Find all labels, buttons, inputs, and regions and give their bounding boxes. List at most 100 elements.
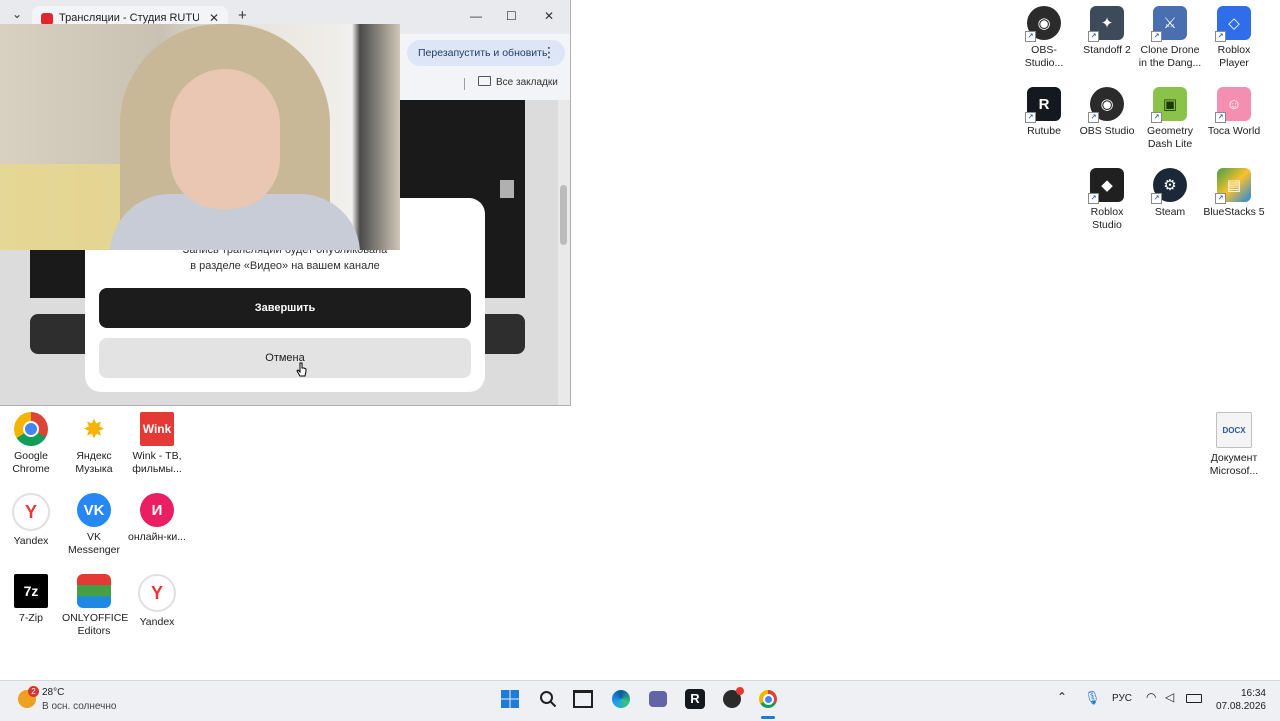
window-close-button[interactable]: ✕ <box>544 9 554 23</box>
wifi-icon[interactable]: ◠ <box>1146 690 1156 704</box>
webcam-overlay <box>0 24 400 250</box>
desktop-icon-rutube[interactable]: R ↗ Rutube <box>1012 81 1076 138</box>
bookmarks-separator <box>464 78 465 90</box>
page-scrollbar[interactable] <box>558 100 570 405</box>
tab-search-dropdown[interactable]: ⌄ <box>12 7 22 21</box>
desktop-icon-label: Steam <box>1154 206 1186 218</box>
start-button[interactable] <box>499 688 521 710</box>
wink-icon: Wink <box>140 412 174 446</box>
desktop-icon-roblox-player[interactable]: ◇ ↗ Roblox Player <box>1202 0 1266 70</box>
onlyoffice-icon <box>77 574 111 608</box>
maximize-button[interactable]: ☐ <box>506 9 517 23</box>
desktop-icon-wink[interactable]: Wink Wink - ТВ, фильмы... <box>125 406 189 476</box>
desktop-icon-bluestacks[interactable]: ▤ ↗ BlueStacks 5 <box>1202 162 1266 219</box>
weather-description[interactable]: В осн. солнечно <box>42 701 116 712</box>
desktop-icon-label: Roblox Studio <box>1090 206 1124 231</box>
desktop-icon-label: BlueStacks 5 <box>1203 206 1265 218</box>
yandex-icon: Y <box>12 493 50 531</box>
desktop-icon-label: Roblox Player <box>1217 44 1251 69</box>
desktop-icon-label: Google Chrome <box>12 450 50 475</box>
active-app-indicator <box>761 716 775 719</box>
browser-menu-icon[interactable]: ⋮ <box>542 44 556 61</box>
desktop-icon-label: ONLYOFFICE Editors <box>62 612 129 637</box>
rutube-icon: R ↗ <box>1025 87 1061 123</box>
desktop-icon-online-kino[interactable]: И онлайн-ки... <box>125 487 189 544</box>
teams-icon <box>649 691 667 707</box>
folder-icon <box>478 76 491 86</box>
desktop-icon-label: Wink - ТВ, фильмы... <box>132 450 182 475</box>
clock-date: 07.08.2026 <box>1215 701 1266 712</box>
weather-badge: 2 <box>28 686 39 697</box>
microphone-icon[interactable]: 🎙 <box>1084 690 1101 706</box>
cancel-button[interactable]: Отмена <box>99 338 471 378</box>
taskbar-clock[interactable]: 16:34 07.08.2026 <box>1216 687 1266 713</box>
desktop-icon-standoff-2[interactable]: ✦ ↗ Standoff 2 <box>1075 0 1139 57</box>
desktop-icon-label: OBS Studio <box>1079 125 1135 137</box>
roblox-studio-icon: ◆ ↗ <box>1088 168 1124 204</box>
desktop-icon-geometry-dash[interactable]: ▣ ↗ Geometry Dash Lite <box>1138 81 1202 151</box>
relaunch-update-button[interactable]: Перезапустить и обновить ⋮ <box>407 40 565 66</box>
desktop-icon-steam[interactable]: ⚙ ↗ Steam <box>1138 162 1202 219</box>
desktop-icon-toca-world[interactable]: ☺ ↗ Toca World <box>1202 81 1266 138</box>
desktop-icon-onlyoffice[interactable]: ONLYOFFICE Editors <box>62 568 129 638</box>
standoff-icon: ✦ ↗ <box>1088 6 1124 42</box>
edge-icon <box>612 690 630 708</box>
search-icon <box>540 691 557 708</box>
weather-temperature[interactable]: 28°C <box>42 687 64 698</box>
cam-person-face <box>170 69 280 209</box>
dialog-message-line2: в разделе «Видео» на вашем канале <box>190 260 380 272</box>
desktop-icon-label: Geometry Dash Lite <box>1146 125 1194 150</box>
relaunch-label: Перезапустить и обновить <box>418 47 548 59</box>
geometry-dash-icon: ▣ ↗ <box>1151 87 1187 123</box>
tray-overflow-chevron-icon[interactable]: ⌃ <box>1057 690 1067 704</box>
desktop-icon-vk-messenger[interactable]: VK VK Messenger <box>62 487 126 557</box>
tab-title: Трансляции - Студия RUTUBE <box>59 12 199 24</box>
chrome-icon <box>14 412 48 446</box>
all-bookmarks-label: Все закладки <box>496 77 558 88</box>
taskbar-file-explorer[interactable] <box>572 688 594 710</box>
desktop-icon-obs-studio[interactable]: ◉ ↗ OBS Studio <box>1075 81 1139 138</box>
yandex-icon: Y <box>138 574 176 612</box>
scrollbar-thumb[interactable] <box>560 185 567 245</box>
desktop-icon-label: Документ Microsof... <box>1209 452 1259 477</box>
clock-time: 16:34 <box>1240 688 1266 699</box>
desktop-icon-yandex-1[interactable]: Y Yandex <box>0 487 63 548</box>
online-kino-icon: И <box>140 493 174 527</box>
desktop-icon-yandex-music[interactable]: ✸ Яндекс Музыка <box>62 406 126 476</box>
desktop-icon-label: VK Messenger <box>68 531 120 556</box>
finish-button[interactable]: Завершить <box>99 288 471 328</box>
all-bookmarks-button[interactable]: Все закладки <box>478 76 558 88</box>
taskbar-search-button[interactable] <box>537 688 559 710</box>
desktop-icon-clone-drone[interactable]: ⚔ ↗ Clone Drone in the Dang... <box>1138 0 1202 70</box>
desktop-icon-label: онлайн-ки... <box>128 531 186 543</box>
minimize-button[interactable]: — <box>470 9 482 23</box>
taskbar-teams[interactable] <box>647 688 669 710</box>
tab-close-icon[interactable]: ✕ <box>209 11 219 25</box>
taskbar-edge[interactable] <box>610 688 632 710</box>
desktop-icon-roblox-studio[interactable]: ◆ ↗ Roblox Studio <box>1075 162 1139 232</box>
volume-icon[interactable]: ◁ <box>1165 690 1174 704</box>
desktop-icon-label: Яндекс Музыка <box>75 450 113 475</box>
clone-drone-icon: ⚔ ↗ <box>1151 6 1187 42</box>
desktop-icon-obs-studio-portable[interactable]: ◉ ↗ OBS-Studio... <box>1012 0 1076 70</box>
desktop-icon-yandex-2[interactable]: Y Yandex <box>125 568 189 629</box>
desktop-icon-google-chrome[interactable]: Google Chrome <box>0 406 63 476</box>
obs-icon <box>723 687 744 708</box>
input-language[interactable]: РУС <box>1112 693 1132 704</box>
desktop-icon-label: Rutube <box>1027 125 1061 137</box>
taskbar-rutube[interactable]: R <box>684 688 706 710</box>
bluestacks-icon: ▤ ↗ <box>1215 168 1251 204</box>
desktop-icon-label: OBS-Studio... <box>1024 44 1064 69</box>
roblox-player-icon: ◇ ↗ <box>1215 6 1251 42</box>
desktop-icon-label: Toca World <box>1207 125 1261 137</box>
battery-icon[interactable] <box>1186 694 1202 706</box>
desktop-icon-7zip[interactable]: 7z 7-Zip <box>0 568 63 625</box>
taskbar-obs[interactable] <box>721 687 744 710</box>
desktop-icon-docx[interactable]: DOCX Документ Microsof... <box>1202 406 1266 478</box>
obs-icon: ◉ ↗ <box>1025 6 1061 42</box>
taskbar-chrome[interactable] <box>757 688 779 710</box>
yandex-music-icon: ✸ <box>83 413 105 444</box>
file-icon <box>500 180 514 198</box>
new-tab-button[interactable]: + <box>238 7 247 24</box>
obs-icon: ◉ ↗ <box>1088 87 1124 123</box>
